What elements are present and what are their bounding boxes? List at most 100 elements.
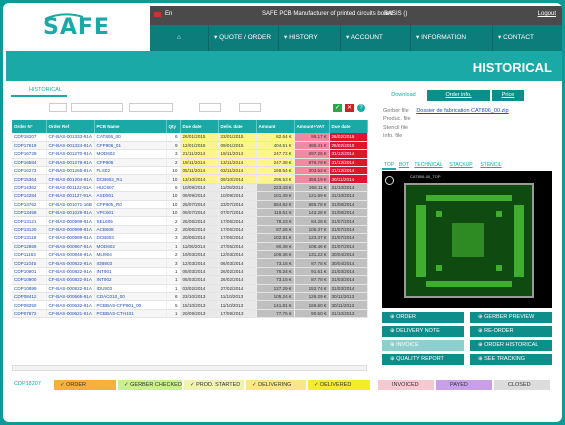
table-cell: 404.51 €	[256, 141, 295, 151]
table-cell: 27/02/2014	[218, 284, 257, 293]
table-row[interactable]: CDP13458 CF-BAS-001029-91A VPC601 10 09/07/2…	[12, 208, 368, 218]
column-header[interactable]: Amount+VAT	[294, 120, 330, 133]
table-cell: 152.74 €	[294, 284, 330, 293]
tab-order-info[interactable]: Order info.	[427, 90, 490, 101]
logout-link[interactable]: Logout	[538, 11, 556, 17]
table-cell: 87.78 €	[294, 258, 330, 268]
table-cell: CDP18207	[12, 133, 47, 142]
pcb-chip	[452, 223, 484, 257]
nav-contact[interactable]: ▾ CONTACT	[492, 25, 562, 51]
filter-order-no[interactable]	[49, 103, 67, 112]
tab-price[interactable]: Price	[492, 90, 524, 101]
column-header[interactable]: PCB Name	[94, 120, 167, 133]
column-header[interactable]: Amount	[256, 120, 295, 133]
table-row[interactable]: CDP18207 CF-BAS-001333-91A CAT806_00 6 28/01…	[12, 133, 368, 142]
table-row[interactable]: CDP10900 CF-BAS-000822-91A INT902 1 05/03/20…	[12, 275, 368, 285]
column-header[interactable]: Order N°	[12, 120, 47, 133]
table-row[interactable]: CDP14284 CF-BAS-001127-91A ASD501 10 09/09/2…	[12, 191, 368, 201]
table-row[interactable]: CDP10899 CF-BAS-000822-91A IDU903 1 03/02/20…	[12, 284, 368, 293]
column-header[interactable]: Deliv. date	[218, 120, 257, 133]
table-cell: 31/03/2014	[329, 267, 368, 277]
filter-order-ref[interactable]	[71, 103, 123, 112]
column-header[interactable]: Order Ref	[46, 120, 95, 133]
tab-technical[interactable]: TECHNICAL	[412, 161, 445, 170]
table-cell: 31/10/2014	[329, 183, 368, 193]
help-icon[interactable]: ?	[357, 104, 365, 112]
zoom-icon[interactable]	[385, 176, 394, 185]
home-icon[interactable]: ⌂	[150, 25, 208, 51]
quality-report-button[interactable]: ⊕ QUALITY REPORT	[382, 354, 464, 365]
table-row[interactable]: CDP13121 CF-BAS-000999-91A SEL605 2 25/06/20…	[12, 216, 368, 226]
nav-history[interactable]: ▾ HISTORY	[278, 25, 340, 51]
pcb-pad	[426, 195, 512, 201]
page-banner: HISTORICAL	[6, 51, 562, 81]
logo: SAFE	[43, 13, 111, 41]
table-row[interactable]: CDP15364 CF-BAS-001204-91A DCB602_R1 10 13/1…	[12, 174, 368, 184]
step-closed-label: CLOSED	[508, 382, 531, 388]
horizontal-scrollbar[interactable]	[12, 365, 367, 371]
table-row[interactable]: CDP17619 CF-BAS-001324-91A CFP906_01 9 12/01…	[12, 141, 368, 151]
table-cell: 27/05/2014	[218, 242, 257, 251]
table-row[interactable]: CDP11163 CF-BAS-000846-91A MLI904 2 19/03/20…	[12, 250, 368, 260]
invoice-button[interactable]: ⊕ INVOICE	[382, 340, 464, 351]
language-selector[interactable]: En	[165, 11, 172, 17]
table-row[interactable]: CDP16729 CF-BAS-001270-91A MOD602 3 21/11/20…	[12, 149, 368, 159]
table-row[interactable]: CDP10901 CF-BAS-000822-91A INT901 1 05/03/20…	[12, 267, 368, 277]
progress-order-no: CDP18207	[14, 381, 41, 387]
re-order-button[interactable]: ⊕ RE-ORDER	[470, 326, 552, 337]
uk-flag-icon[interactable]	[154, 12, 161, 17]
filter-due-date[interactable]	[199, 103, 221, 112]
tab-historical[interactable]: HISTORICAL	[11, 87, 67, 97]
nav-quote-order[interactable]: ▾ QUOTE / ORDER	[208, 25, 278, 51]
table-cell: CF-BAS-001127-91A	[46, 191, 95, 201]
tab-download[interactable]: Download	[381, 90, 426, 101]
gerber-file-link[interactable]: Dossier de fabrication CAT806_00.zip	[416, 108, 508, 114]
nav-account[interactable]: ▾ ACCOUNT	[340, 25, 410, 51]
tab-stackup[interactable]: STACKUP	[446, 161, 476, 170]
clear-filter-button[interactable]: ✕	[345, 104, 354, 112]
table-cell: CF-BAS-001071-16B	[46, 200, 95, 210]
nav-information[interactable]: ▾ INFORMATION	[410, 25, 492, 51]
tab-top[interactable]: TOP	[382, 161, 396, 170]
table-cell: CF-BAS-000999-91A	[46, 216, 95, 226]
table-row[interactable]: CDP13120 CF-BAS-000999-91A ACB608 2 20/06/20…	[12, 225, 368, 235]
filter-pcb-name[interactable]	[129, 103, 173, 112]
table-row[interactable]: CDP16273 CF-BAS-001265-91A FLS02 10 05/11/20…	[12, 166, 368, 176]
tab-bot[interactable]: BOT	[397, 161, 411, 170]
table-row[interactable]: CDP07872 CF-BAS-000621-91A PCBBAS-CTH101 1 2…	[12, 309, 368, 319]
table-row[interactable]: CDP12859 CF-BAS-000967-91A MOD602 1 11/06/20…	[12, 242, 368, 251]
table-cell: 141.81 €	[256, 300, 295, 310]
column-header[interactable]: Qty	[166, 120, 181, 133]
table-cell: 203.52 €	[294, 166, 330, 176]
nav-account-label: ACCOUNT	[350, 34, 383, 41]
delivery-note-button[interactable]: ⊕ DELIVERY NOTE	[382, 326, 464, 337]
column-header[interactable]: Due date	[329, 120, 368, 133]
table-row[interactable]: CDP14362 CF-BAS-001122-91A HUC607 6 10/09/20…	[12, 183, 368, 193]
table-cell: MOD602	[94, 149, 167, 159]
gerber-preview-button[interactable]: ⊕ GERBER PREVIEW	[470, 312, 552, 323]
table-cell: IOB903	[94, 258, 167, 268]
table-cell: 1	[166, 275, 181, 285]
table-cell: CF-BAS-000999-91A	[46, 225, 95, 235]
filter-deliv-date[interactable]	[239, 103, 261, 112]
column-header[interactable]: Due date	[180, 120, 219, 133]
table-row[interactable]: CDP08250 CF-BAS-000632-91A PCBBAS-CFP901_0…	[12, 300, 368, 310]
table-cell: 223.43 €	[256, 183, 295, 193]
produc-file-label: Produc. file	[383, 116, 411, 123]
order-historical-button[interactable]: ⊕ ORDER HISTORICAL	[470, 340, 552, 351]
table-row[interactable]: CDP13119 CF-BAS-000989-91A DCB603 3 20/06/20…	[12, 233, 368, 243]
gerber-viewer[interactable]: CAT806-00_TOP	[382, 171, 552, 308]
apply-filter-button[interactable]: ✓	[333, 104, 342, 112]
gerber-file-label: Gerber file	[383, 108, 409, 114]
table-cell: 127.29 €	[256, 284, 295, 293]
table-row[interactable]: CDP08412 CF-BAS-000665-91A CDAC010_00 6 23/1…	[12, 292, 368, 302]
order-button[interactable]: ⊕ ORDER	[382, 312, 464, 323]
table-row[interactable]: CDP16584 CF-BAS-001279-91A CFP906 2 19/11/20…	[12, 158, 368, 168]
table-cell: CF-BAS-000822-91A	[46, 275, 95, 285]
table-row[interactable]: CDP13762 CF-BAS-001071-16B CFP905_R0 10 25/0…	[12, 200, 368, 210]
table-row[interactable]: CDP11045 CF-BAS-000822-91A IOB903 3 12/03/20…	[12, 258, 368, 268]
table-cell: 07/07/2014	[218, 208, 257, 218]
see-tracking-button[interactable]: ⊕ SEE TRACKING	[470, 354, 552, 365]
table-cell: 20/06/2014	[180, 225, 219, 235]
tab-stencil[interactable]: STENCIL	[477, 161, 505, 170]
